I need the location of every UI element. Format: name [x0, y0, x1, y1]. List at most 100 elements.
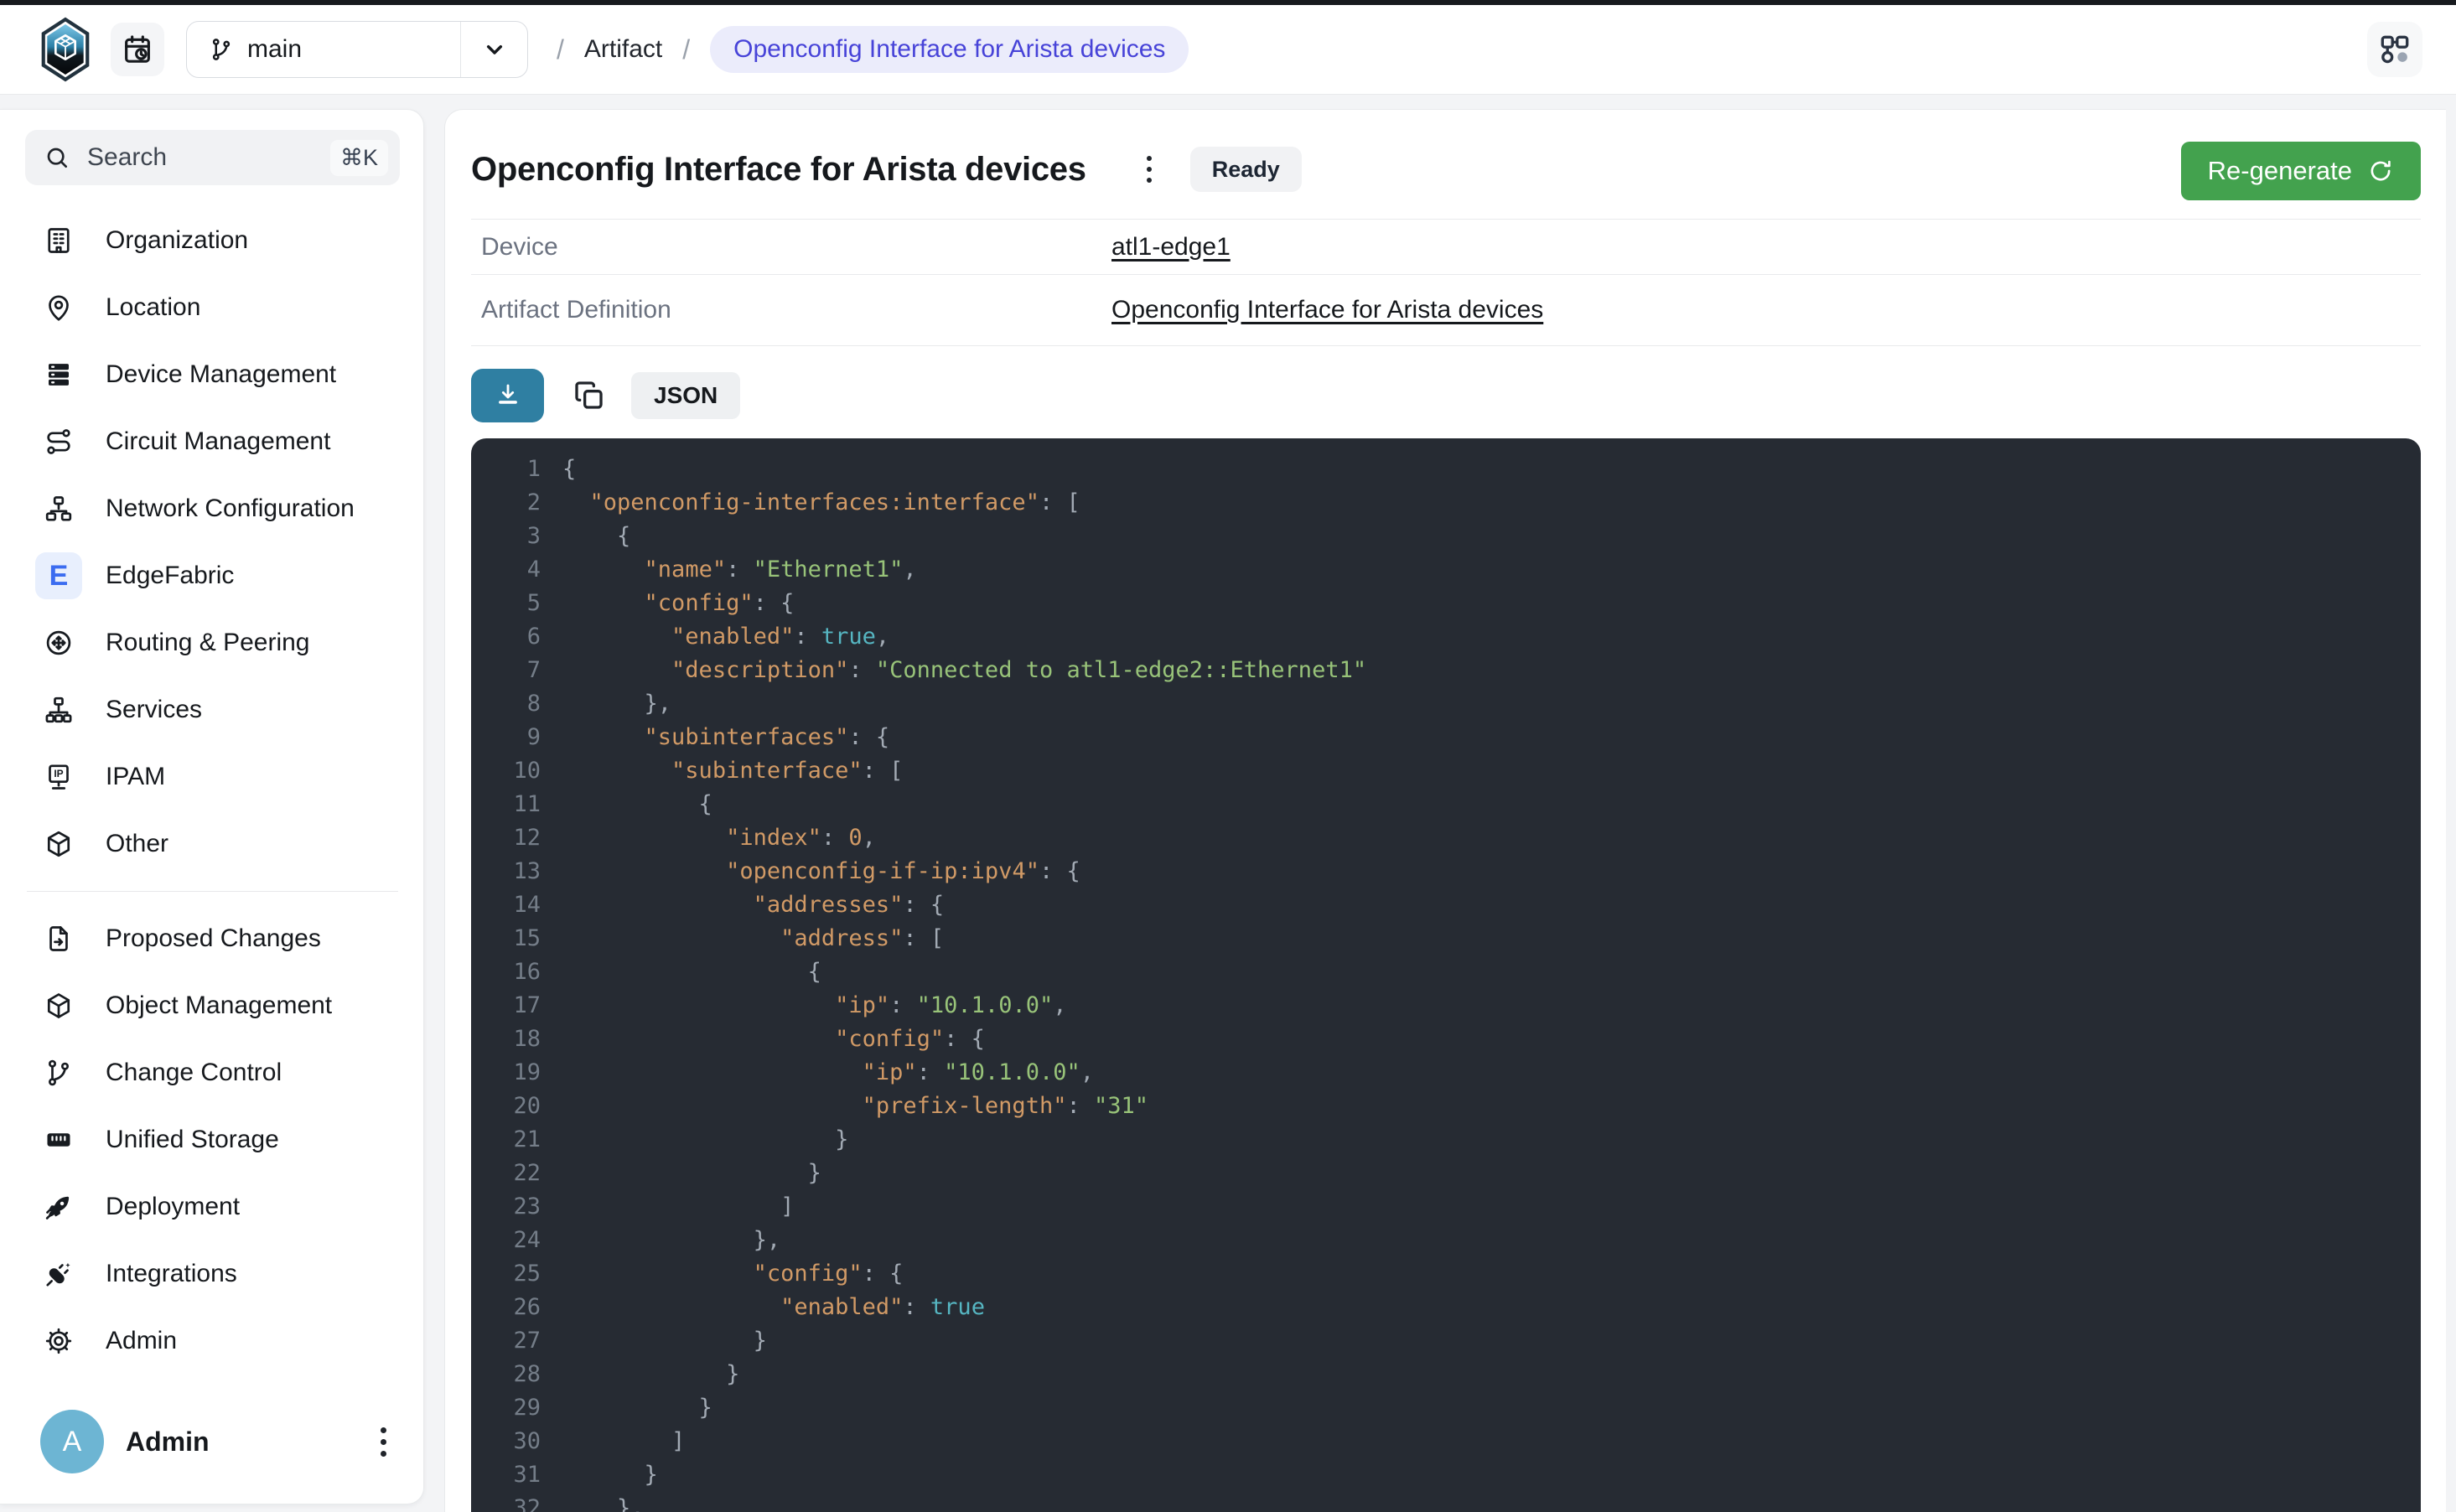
branch-dropdown-toggle[interactable] [460, 22, 527, 77]
line-number: 15 [471, 922, 541, 955]
sidebar-item-object-management[interactable]: Object Management [25, 972, 400, 1039]
line-number: 4 [471, 553, 541, 587]
sidebar-item-routing-peering[interactable]: Routing & Peering [25, 609, 400, 676]
download-button[interactable] [471, 369, 544, 422]
code-line-content: "ip": "10.1.0.0", [562, 1056, 1094, 1090]
ip-monitor-icon: IP [35, 753, 82, 800]
sidebar-item-admin[interactable]: Admin [25, 1307, 400, 1375]
branch-label: main [247, 35, 302, 64]
app-logo[interactable] [34, 18, 97, 81]
sidebar-item-label: Location [106, 293, 200, 322]
page-title: Openconfig Interface for Arista devices [471, 151, 1086, 189]
sidebar-nav: Organization Location Device ManagementCir… [25, 207, 400, 1375]
regenerate-button[interactable]: Re-generate [2181, 142, 2421, 200]
sidebar-item-change-control[interactable]: Change Control [25, 1039, 400, 1106]
download-icon [494, 381, 522, 410]
window-top-edge [0, 0, 2456, 5]
code-line-content: }, [562, 687, 671, 721]
code-line-content: "index": 0, [562, 821, 876, 855]
breadcrumb-current-page[interactable]: Openconfig Interface for Arista devices [710, 26, 1189, 73]
search-input[interactable]: Search ⌘K [25, 130, 400, 185]
code-line-content: "subinterface": [ [562, 754, 903, 788]
line-number: 20 [471, 1090, 541, 1123]
code-line: 29 } [471, 1391, 2421, 1425]
sidebar-item-circuit-management[interactable]: Circuit Management [25, 408, 400, 475]
sidebar-item-label: EdgeFabric [106, 562, 234, 590]
code-line: 21 } [471, 1123, 2421, 1157]
code-line: 32 }, [471, 1492, 2421, 1512]
package-icon [35, 821, 82, 867]
sidebar-item-proposed-changes[interactable]: Proposed Changes [25, 905, 400, 972]
code-line: 13 "openconfig-if-ip:ipv4": { [471, 855, 2421, 888]
code-line: 31 } [471, 1458, 2421, 1492]
git-branch-icon [209, 37, 234, 62]
sidebar-item-other[interactable]: Other [25, 810, 400, 878]
sidebar-item-edgefabric[interactable]: EEdgeFabric [25, 542, 400, 609]
code-line: 18 "config": { [471, 1023, 2421, 1056]
sidebar-item-network-configuration[interactable]: Network Configuration [25, 475, 400, 542]
sidebar-item-integrations[interactable]: Integrations [25, 1240, 400, 1307]
field-label: Device [471, 233, 1111, 261]
code-line-content: "config": { [562, 1023, 985, 1056]
field-label: Artifact Definition [471, 296, 1111, 324]
code-line-content: "config": { [562, 587, 794, 620]
network-icon [35, 485, 82, 532]
user-row[interactable]: A Admin [25, 1410, 400, 1473]
line-number: 24 [471, 1224, 541, 1257]
line-number: 12 [471, 821, 541, 855]
user-menu-button[interactable] [367, 1419, 400, 1465]
sidebar-item-services[interactable]: Services [25, 676, 400, 743]
sidebar-item-ipam[interactable]: IP IPAM [25, 743, 400, 810]
line-number: 29 [471, 1391, 541, 1425]
code-line: 30 ] [471, 1425, 2421, 1458]
code-line: 9 "subinterfaces": { [471, 721, 2421, 754]
code-line: 2 "openconfig-interfaces:interface": [ [471, 486, 2421, 520]
code-line-content: { [562, 453, 576, 486]
breadcrumb-separator: / [557, 34, 564, 65]
breadcrumb-artifact[interactable]: Artifact [584, 35, 662, 64]
calendar-button[interactable] [111, 23, 164, 76]
copy-icon [573, 379, 606, 412]
device-link[interactable]: atl1-edge1 [1111, 233, 1231, 261]
sidebar-item-unified-storage[interactable]: Unified Storage [25, 1106, 400, 1173]
branch-selector[interactable]: main [186, 21, 528, 78]
title-row: Openconfig Interface for Arista devices … [471, 147, 2421, 192]
copy-button[interactable] [566, 372, 613, 419]
sidebar-item-location[interactable]: Location [25, 274, 400, 341]
sidebar-item-device-management[interactable]: Device Management [25, 341, 400, 408]
workflow-view-button[interactable] [2367, 22, 2422, 77]
code-line-content: "address": [ [562, 922, 944, 955]
code-line-content: ] [562, 1190, 794, 1224]
sidebar-item-organization[interactable]: Organization [25, 207, 400, 274]
format-tab-json[interactable]: JSON [631, 372, 740, 419]
artifact-definition-link[interactable]: Openconfig Interface for Arista devices [1111, 296, 1543, 324]
code-line-content: } [562, 1458, 658, 1492]
sidebar-item-label: Change Control [106, 1059, 282, 1087]
code-line-content: "name": "Ethernet1", [562, 553, 917, 587]
server-icon [35, 351, 82, 398]
line-number: 3 [471, 520, 541, 553]
code-line-content: "ip": "10.1.0.0", [562, 989, 1066, 1023]
route-icon [35, 418, 82, 465]
line-number: 14 [471, 888, 541, 922]
line-number: 13 [471, 855, 541, 888]
sidebar-divider [27, 891, 398, 892]
code-viewer[interactable]: 1{2 "openconfig-interfaces:interface": [… [471, 438, 2421, 1512]
code-line-content: "enabled": true, [562, 620, 889, 654]
code-line-content: "enabled": true [562, 1291, 985, 1324]
field-row-artifact-definition: Artifact Definition Openconfig Interface… [471, 275, 2421, 346]
title-menu-button[interactable] [1133, 148, 1165, 191]
line-number: 22 [471, 1157, 541, 1190]
map-pin-icon [35, 284, 82, 331]
code-line: 16 { [471, 955, 2421, 989]
sidebar-item-label: IPAM [106, 763, 165, 791]
code-toolbar: JSON [471, 369, 2421, 422]
line-number: 18 [471, 1023, 541, 1056]
sidebar-item-deployment[interactable]: Deployment [25, 1173, 400, 1240]
code-line: 25 "config": { [471, 1257, 2421, 1291]
hexagon-logo-icon [34, 16, 96, 83]
code-line: 15 "address": [ [471, 922, 2421, 955]
line-number: 27 [471, 1324, 541, 1358]
calendar-clock-icon [121, 33, 154, 66]
line-number: 32 [471, 1492, 541, 1512]
